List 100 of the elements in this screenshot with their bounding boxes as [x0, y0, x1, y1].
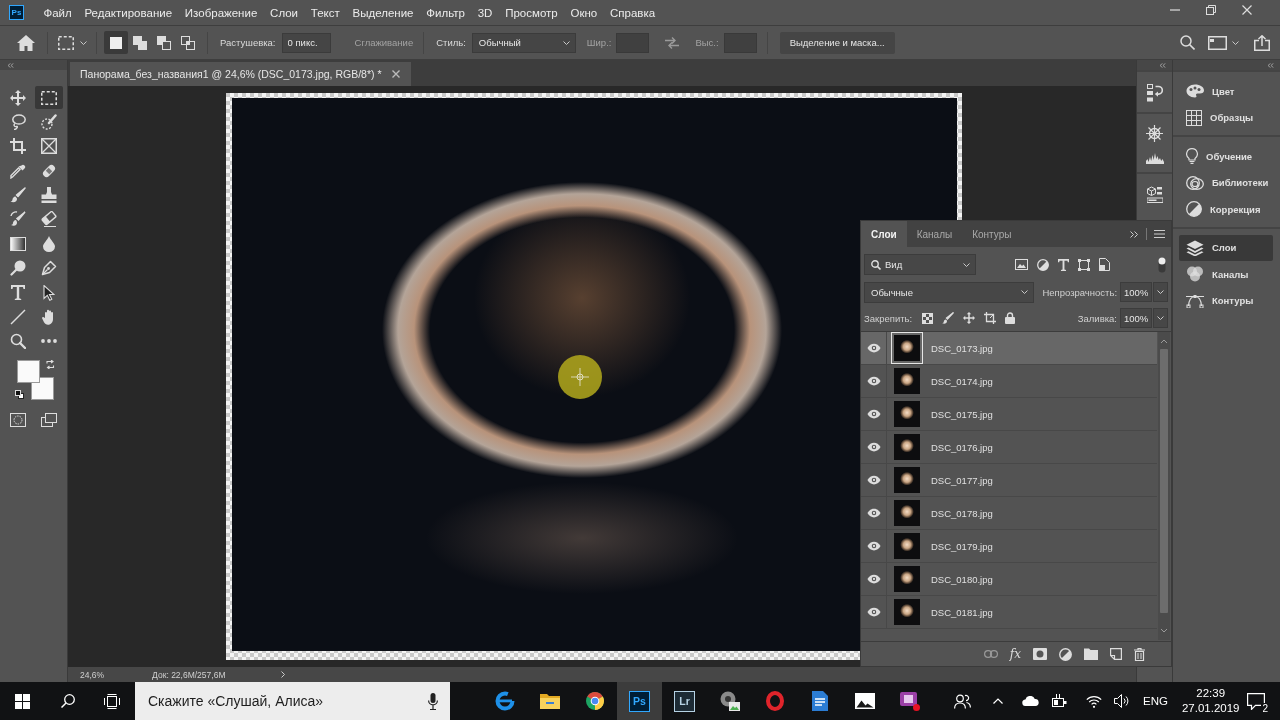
menu-item[interactable]: Изображение: [178, 2, 264, 23]
layer-row[interactable]: DSC_0175.jpg: [861, 398, 1157, 431]
eye-icon[interactable]: [866, 541, 881, 551]
panel-dock-item[interactable]: Коррекция: [1179, 196, 1273, 223]
taskbar-app-button[interactable]: Lr: [662, 682, 707, 720]
restore-icon[interactable]: [1206, 5, 1216, 15]
wifi-icon[interactable]: [1086, 694, 1102, 708]
move-arrows-icon[interactable]: [963, 312, 976, 324]
caret-up-icon[interactable]: [993, 698, 1003, 704]
tool-button[interactable]: [35, 86, 63, 109]
eye-icon[interactable]: [866, 376, 881, 386]
half-circle-icon[interactable]: [1059, 647, 1072, 661]
layer-row[interactable]: DSC_0179.jpg: [861, 530, 1157, 563]
eye-icon[interactable]: [866, 343, 881, 353]
mask-icon[interactable]: [1033, 648, 1047, 660]
eye-icon[interactable]: [866, 607, 881, 617]
home-icon[interactable]: [17, 34, 35, 51]
layer-row[interactable]: DSC_0178.jpg: [861, 497, 1157, 530]
workspace-layout-icon[interactable]: [1208, 35, 1227, 50]
style-dropdown[interactable]: Обычный: [471, 32, 576, 53]
menu-item[interactable]: Файл: [37, 2, 79, 23]
eye-icon[interactable]: [866, 409, 881, 419]
clock-date[interactable]: 27.01.2019: [1181, 701, 1240, 716]
picture-icon[interactable]: [1015, 259, 1028, 270]
chain-link-icon[interactable]: [983, 650, 998, 658]
artboard-icon[interactable]: [984, 312, 997, 324]
shape-corners-icon[interactable]: [1078, 258, 1090, 271]
layer-filter-dropdown[interactable]: Вид: [864, 254, 976, 275]
collapse-arrows-icon[interactable]: [1159, 62, 1166, 68]
battery-plug-icon[interactable]: [1052, 694, 1067, 708]
layer-row[interactable]: DSC_0173.jpg: [861, 332, 1157, 365]
menu-item[interactable]: Выделение: [346, 2, 420, 23]
panel-tab[interactable]: Контуры: [962, 221, 1022, 247]
screen-mode-icon[interactable]: [41, 413, 57, 428]
padlock-icon[interactable]: [1005, 312, 1016, 324]
swap-arrows-icon[interactable]: [665, 36, 680, 49]
trash-icon[interactable]: [1134, 647, 1145, 661]
layer-row[interactable]: DSC_0177.jpg: [861, 464, 1157, 497]
double-chevron-icon[interactable]: [1130, 230, 1138, 238]
panel-dock-item[interactable]: Слои: [1179, 234, 1273, 261]
panel-dock-item[interactable]: Библиотеки: [1179, 169, 1273, 196]
effects-button[interactable]: fx: [1009, 647, 1021, 661]
checkerboard-icon[interactable]: [922, 312, 934, 324]
menu-item[interactable]: Текст: [304, 2, 347, 23]
caret-icon[interactable]: [80, 40, 87, 45]
panel-dock-item[interactable]: Контуры: [1179, 287, 1273, 314]
type-t-icon[interactable]: [1058, 258, 1069, 271]
search-icon[interactable]: [61, 694, 75, 708]
panel-dock-item[interactable]: Цвет: [1179, 78, 1273, 105]
menu-item[interactable]: Просмотр: [498, 2, 565, 23]
default-colors-icon[interactable]: [15, 390, 24, 400]
collapse-arrows-icon[interactable]: [1267, 62, 1274, 68]
panel-dock-item[interactable]: Каналы: [1179, 261, 1273, 288]
scrollbar[interactable]: [1158, 332, 1170, 640]
microphone-icon[interactable]: [428, 693, 438, 710]
panel-dock-item[interactable]: Образцы: [1179, 104, 1273, 131]
close-icon[interactable]: [391, 70, 400, 78]
layer-row[interactable]: DSC_0176.jpg: [861, 431, 1157, 464]
opacity-field[interactable]: 100%: [1120, 282, 1153, 302]
smart-object-icon[interactable]: [1099, 258, 1110, 271]
blend-mode-dropdown[interactable]: Обычные: [864, 281, 1035, 303]
panel-dock-item[interactable]: Обучение: [1179, 143, 1273, 170]
history-list-icon[interactable]: [1146, 84, 1163, 102]
eye-icon[interactable]: [866, 574, 881, 584]
speaker-icon[interactable]: [1114, 694, 1129, 708]
selection-mode-button[interactable]: [104, 31, 128, 54]
wheel-icon[interactable]: [1146, 125, 1163, 142]
taskbar-app-button[interactable]: Ps: [617, 682, 662, 720]
close-icon[interactable]: [1242, 5, 1252, 15]
menu-item[interactable]: 3D: [471, 2, 499, 23]
cube-sliders-icon[interactable]: [1146, 186, 1163, 203]
menu-icon[interactable]: [1154, 230, 1165, 238]
search-field[interactable]: Скажите «Слушай, Алиса»: [135, 682, 450, 720]
menu-item[interactable]: Справка: [603, 2, 662, 23]
panel-tab[interactable]: Слои: [861, 221, 907, 247]
feather-field[interactable]: 0 пикс.: [281, 32, 331, 53]
opacity-slider-button[interactable]: [1153, 282, 1168, 302]
panel-tab[interactable]: Каналы: [906, 221, 963, 247]
dashed-rectangle-icon[interactable]: [58, 35, 74, 50]
new-page-icon[interactable]: [1110, 648, 1122, 660]
task-view-icon[interactable]: [104, 693, 120, 709]
brush-icon[interactable]: [942, 312, 955, 324]
eye-icon[interactable]: [866, 442, 881, 452]
foreground-swatch-icon[interactable]: [17, 360, 40, 384]
document-tab[interactable]: Панорама_без_названия1 @ 24,6% (DSC_0173.jpg, RGB/8*) *: [70, 62, 411, 86]
eye-icon[interactable]: [866, 475, 881, 485]
collapse-arrows-icon[interactable]: [7, 62, 14, 68]
chevron-right-icon[interactable]: [281, 671, 286, 678]
menu-item[interactable]: Редактирование: [78, 2, 179, 23]
people-icon[interactable]: [954, 693, 971, 709]
share-icon[interactable]: [1254, 34, 1270, 51]
eye-icon[interactable]: [866, 508, 881, 518]
layer-row[interactable]: DSC_0181.jpg: [861, 596, 1157, 629]
menu-item[interactable]: Окно: [564, 2, 604, 23]
menu-item[interactable]: Слои: [263, 2, 305, 23]
clock-time[interactable]: 22:39: [1196, 686, 1226, 701]
toggle-switch-icon[interactable]: [1158, 256, 1166, 273]
language-indicator[interactable]: ENG: [1143, 695, 1168, 707]
fill-field[interactable]: 100%: [1120, 308, 1152, 328]
windows-logo-icon[interactable]: [15, 693, 30, 709]
